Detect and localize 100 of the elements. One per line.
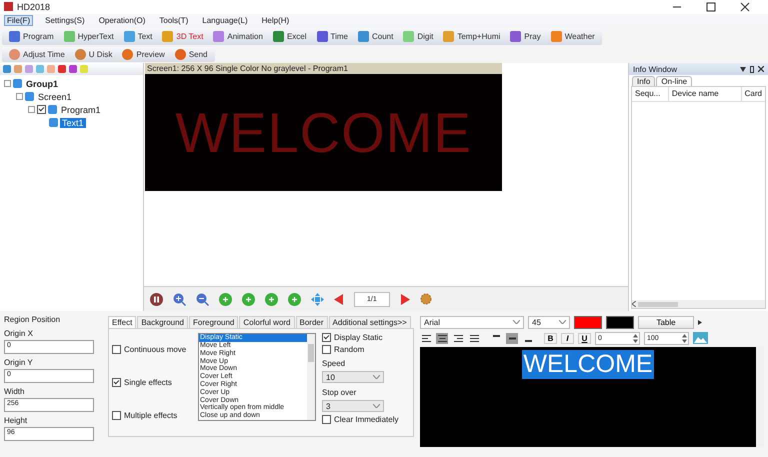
tree-item[interactable]: Program1 (59, 104, 103, 115)
menu-item[interactable]: Help(H) (260, 16, 292, 25)
tile-icon (162, 30, 174, 42)
circle-icon (122, 49, 134, 60)
tree-item[interactable]: Group1 (24, 78, 60, 89)
toolbar-button[interactable]: U Disk (70, 49, 116, 60)
tab[interactable]: Effect (108, 316, 136, 328)
toolbar-button[interactable]: Time (312, 30, 352, 42)
caret-icon (373, 375, 380, 380)
checkbox[interactable] (112, 345, 121, 354)
align-button[interactable] (452, 332, 464, 344)
font-dropdown[interactable]: Arial (420, 316, 524, 329)
close-icon[interactable] (758, 66, 764, 72)
column-header[interactable]: Device name (668, 87, 742, 102)
toolbar-button[interactable]: Weather (546, 30, 599, 42)
align-button[interactable] (436, 332, 448, 344)
tab[interactable]: Colorful word (239, 316, 295, 328)
maximize-icon[interactable] (706, 2, 716, 12)
column-header[interactable]: Card (742, 87, 765, 102)
move-icon[interactable] (311, 292, 324, 306)
group-title: Region Position (4, 315, 62, 324)
checkbox[interactable] (112, 378, 121, 388)
spinner-arrows-icon[interactable] (633, 334, 638, 343)
spinner-arrows-icon[interactable] (682, 334, 687, 343)
pin-icon[interactable] (750, 66, 754, 73)
toolbar-button[interactable]: Text (120, 30, 156, 42)
align-button[interactable] (420, 332, 432, 344)
tile-icon (9, 30, 20, 42)
menu-item[interactable]: Language(L) (200, 16, 250, 25)
color-swatch[interactable] (606, 316, 634, 329)
tab[interactable]: Border (296, 316, 328, 328)
node-icon (25, 92, 34, 102)
circle-icon (174, 49, 186, 60)
checkbox[interactable] (322, 415, 331, 424)
tab[interactable]: Foreground (189, 316, 238, 328)
checkbox[interactable] (322, 345, 331, 354)
field-label: Speed (322, 359, 346, 368)
dropdown[interactable]: 10 (322, 371, 384, 384)
previous-icon[interactable] (334, 294, 344, 305)
app-logo-icon (4, 2, 13, 12)
format-button[interactable]: U (578, 332, 591, 344)
dropdown-icon[interactable] (740, 66, 746, 72)
format-button[interactable]: I (561, 332, 574, 344)
toolbar-button[interactable]: Count (354, 30, 398, 42)
vertical-align-button[interactable] (506, 332, 518, 344)
arrow-icon (698, 320, 702, 325)
dropdown[interactable]: 3 (322, 400, 384, 412)
pause-icon[interactable] (150, 292, 163, 306)
toolbar-button[interactable]: Preview (118, 49, 169, 60)
menu-item[interactable]: Tools(T) (157, 16, 190, 25)
menu-item[interactable]: Operation(O) (96, 16, 148, 25)
caret-icon (373, 404, 380, 408)
toolbar-button[interactable]: Temp+Humi (439, 30, 504, 42)
close-icon[interactable] (740, 2, 750, 12)
tile-icon (124, 30, 135, 42)
field-label: Origin X (4, 329, 34, 338)
toolbar-button[interactable]: HyperText (60, 30, 118, 42)
tile-icon (272, 30, 284, 42)
table-button[interactable]: Table (638, 316, 694, 329)
checkbox[interactable] (37, 105, 46, 114)
toolbar-button[interactable]: Digit (399, 30, 438, 42)
scroll-left-icon[interactable] (632, 301, 636, 308)
checkbox-label: Display Static (334, 333, 382, 342)
align-button[interactable] (468, 332, 480, 344)
toolbar-button[interactable]: Pray (506, 30, 545, 42)
toolbar-button[interactable]: Excel (268, 30, 310, 42)
checkbox-label: Clear Immediately (334, 415, 398, 424)
tile-icon (443, 30, 454, 42)
size-dropdown[interactable]: 45 (528, 316, 570, 329)
caret-icon (513, 320, 520, 324)
menu-item[interactable]: Settings(S) (43, 16, 87, 25)
tab[interactable]: Additional settings>> (328, 316, 411, 328)
toolbar-button[interactable]: Program (5, 30, 58, 42)
window-title: HD2018 (17, 2, 50, 12)
tile-icon (64, 30, 75, 42)
next-icon[interactable] (400, 294, 410, 305)
toolbar-button[interactable]: 3D Text (158, 30, 208, 42)
zoom-in-icon[interactable] (173, 292, 186, 306)
horizontal-scrollbar[interactable] (632, 300, 765, 308)
tree-item[interactable]: Text1 (60, 118, 86, 128)
tile-icon (403, 30, 414, 42)
column-header[interactable]: Sequ... (632, 87, 669, 102)
zoom-out-icon[interactable] (196, 292, 209, 306)
tree-item[interactable]: Screen1 (36, 92, 74, 102)
checkbox[interactable] (322, 333, 331, 342)
toolbar-button[interactable]: Send (170, 49, 212, 60)
menu-item[interactable]: File(F) (4, 14, 34, 26)
toolbar-button[interactable]: Animation (209, 30, 267, 42)
node-icon (48, 105, 57, 114)
checkbox-label: Multiple effects (124, 411, 178, 420)
align-icon (454, 334, 462, 342)
tab[interactable]: Info (632, 76, 656, 86)
checkbox[interactable] (112, 411, 121, 420)
format-button[interactable]: B (544, 332, 557, 344)
toolbar-button[interactable]: Adjust Time (5, 49, 69, 60)
text-editor[interactable]: WELCOME (420, 347, 756, 448)
image-icon[interactable] (693, 332, 708, 344)
tab[interactable]: Background (137, 316, 188, 328)
tab[interactable]: On-line (656, 76, 692, 86)
color-swatch[interactable] (574, 316, 602, 329)
